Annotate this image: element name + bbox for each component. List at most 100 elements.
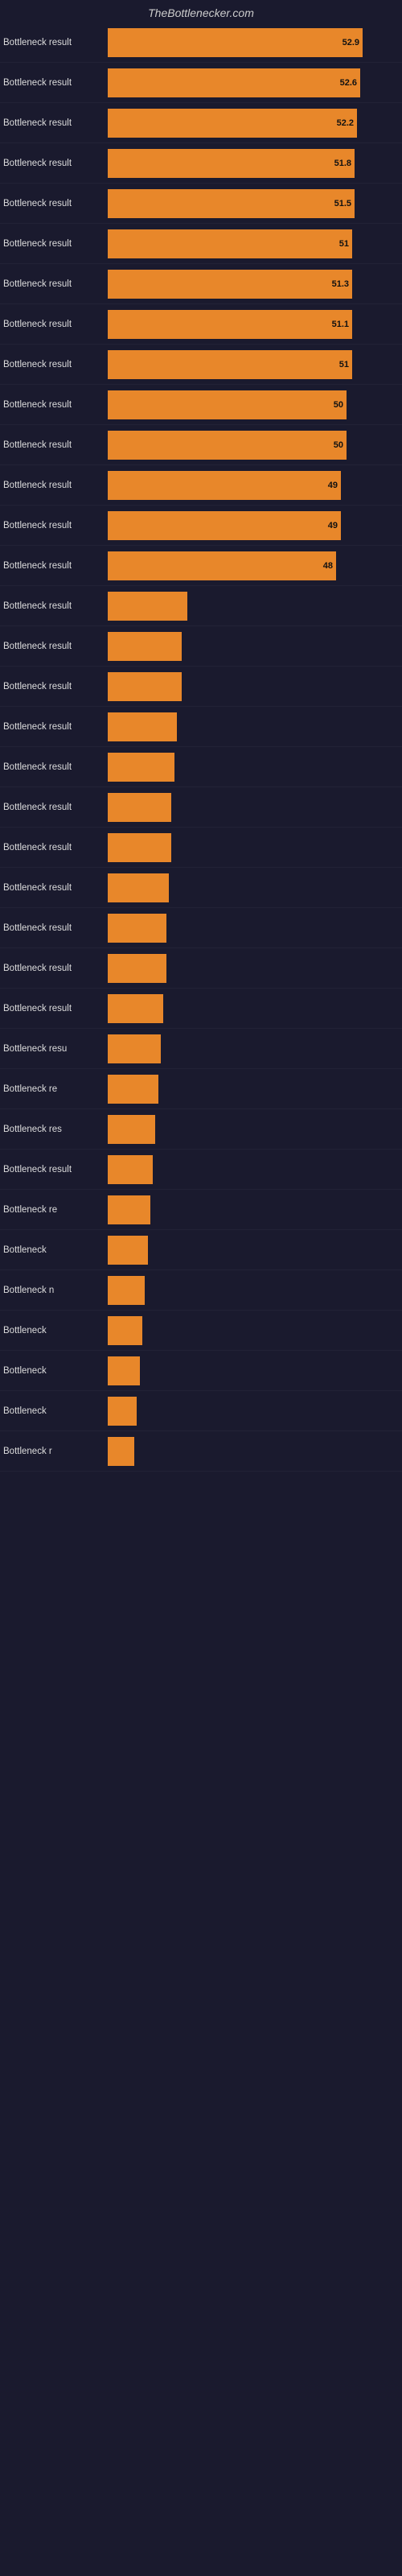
- entry-bar: [108, 753, 174, 782]
- entry-label: Bottleneck result: [3, 803, 108, 812]
- entry-bar: 52.9: [108, 28, 363, 57]
- entry-bar: [108, 1437, 134, 1466]
- entry-bar-wrap: [108, 1356, 402, 1385]
- entry-value: 51.1: [332, 320, 349, 329]
- entry-bar-wrap: [108, 1316, 402, 1345]
- entry-bar-wrap: [108, 1236, 402, 1265]
- site-header: TheBottlenecker.com: [0, 0, 402, 23]
- entry-label: Bottleneck result: [3, 843, 108, 852]
- entry-bar-wrap: [108, 1437, 402, 1466]
- list-item: Bottleneck result: [0, 828, 402, 868]
- entry-bar-wrap: [108, 994, 402, 1023]
- list-item: Bottleneck result: [0, 868, 402, 908]
- entry-bar: [108, 1276, 145, 1305]
- entry-bar: [108, 632, 182, 661]
- entry-label: Bottleneck: [3, 1326, 108, 1335]
- entry-label: Bottleneck result: [3, 762, 108, 772]
- entry-bar: 51: [108, 350, 352, 379]
- entry-value: 52.2: [337, 118, 354, 128]
- entry-bar-wrap: 48: [108, 551, 402, 580]
- entry-label: Bottleneck result: [3, 883, 108, 893]
- entry-bar: 50: [108, 390, 347, 419]
- entry-bar: [108, 1356, 140, 1385]
- entry-bar-wrap: [108, 1397, 402, 1426]
- entry-bar-wrap: [108, 712, 402, 741]
- entry-bar: 49: [108, 511, 341, 540]
- entry-value: 51.3: [332, 279, 349, 289]
- list-item: Bottleneck result 51.5: [0, 184, 402, 224]
- list-item: Bottleneck result: [0, 989, 402, 1029]
- list-item: Bottleneck result 51.8: [0, 143, 402, 184]
- entry-bar-wrap: 51.1: [108, 310, 402, 339]
- entry-bar-wrap: 50: [108, 431, 402, 460]
- entry-bar-wrap: [108, 632, 402, 661]
- list-item: Bottleneck: [0, 1230, 402, 1270]
- entry-bar-wrap: 51.8: [108, 149, 402, 178]
- entry-bar: [108, 873, 169, 902]
- list-item: Bottleneck result: [0, 586, 402, 626]
- entry-label: Bottleneck: [3, 1366, 108, 1376]
- entry-bar: [108, 1075, 158, 1104]
- entry-value: 51.5: [334, 199, 351, 208]
- entry-bar-wrap: 51: [108, 350, 402, 379]
- list-item: Bottleneck result: [0, 626, 402, 667]
- entries-list: Bottleneck result 52.9 Bottleneck result…: [0, 23, 402, 1472]
- entry-bar-wrap: [108, 793, 402, 822]
- entry-bar: [108, 793, 171, 822]
- entry-bar: [108, 712, 177, 741]
- entry-label: Bottleneck result: [3, 159, 108, 168]
- list-item: Bottleneck result 49: [0, 465, 402, 506]
- list-item: Bottleneck result: [0, 667, 402, 707]
- entry-bar: [108, 592, 187, 621]
- list-item: Bottleneck result 50: [0, 425, 402, 465]
- entry-label: Bottleneck result: [3, 481, 108, 490]
- entry-bar-wrap: [108, 1155, 402, 1184]
- entry-label: Bottleneck result: [3, 239, 108, 249]
- entry-bar-wrap: [108, 1115, 402, 1144]
- entry-label: Bottleneck result: [3, 601, 108, 611]
- entry-bar: [108, 1034, 161, 1063]
- list-item: Bottleneck: [0, 1311, 402, 1351]
- entry-label: Bottleneck result: [3, 78, 108, 88]
- entry-bar: 49: [108, 471, 341, 500]
- list-item: Bottleneck result: [0, 707, 402, 747]
- entry-bar-wrap: 51: [108, 229, 402, 258]
- entry-bar: 51.1: [108, 310, 352, 339]
- entry-label: Bottleneck re: [3, 1205, 108, 1215]
- list-item: Bottleneck result 51: [0, 345, 402, 385]
- entry-label: Bottleneck: [3, 1245, 108, 1255]
- entry-bar-wrap: [108, 1075, 402, 1104]
- entry-bar: [108, 994, 163, 1023]
- entry-value: 51: [339, 239, 349, 249]
- entry-value: 51.8: [334, 159, 351, 168]
- entry-label: Bottleneck res: [3, 1125, 108, 1134]
- list-item: Bottleneck result 52.9: [0, 23, 402, 63]
- entry-label: Bottleneck result: [3, 923, 108, 933]
- entry-value: 52.9: [343, 38, 359, 47]
- entry-label: Bottleneck resu: [3, 1044, 108, 1054]
- list-item: Bottleneck result: [0, 948, 402, 989]
- list-item: Bottleneck res: [0, 1109, 402, 1150]
- list-item: Bottleneck result: [0, 908, 402, 948]
- list-item: Bottleneck result 51.1: [0, 304, 402, 345]
- entry-label: Bottleneck result: [3, 38, 108, 47]
- entry-bar: 51.5: [108, 189, 355, 218]
- entry-label: Bottleneck result: [3, 642, 108, 651]
- entry-label: Bottleneck: [3, 1406, 108, 1416]
- entry-bar: [108, 914, 166, 943]
- entry-label: Bottleneck result: [3, 682, 108, 691]
- entry-value: 50: [334, 400, 343, 410]
- list-item: Bottleneck re: [0, 1190, 402, 1230]
- entry-value: 48: [323, 561, 333, 571]
- entry-bar-wrap: [108, 1276, 402, 1305]
- entry-bar-wrap: [108, 1195, 402, 1224]
- entry-bar: 52.2: [108, 109, 357, 138]
- list-item: Bottleneck: [0, 1351, 402, 1391]
- list-item: Bottleneck result: [0, 747, 402, 787]
- entry-bar-wrap: [108, 1034, 402, 1063]
- entry-bar: 52.6: [108, 68, 360, 97]
- entry-bar-wrap: 51.3: [108, 270, 402, 299]
- list-item: Bottleneck result 51: [0, 224, 402, 264]
- list-item: Bottleneck result: [0, 787, 402, 828]
- entry-label: Bottleneck re: [3, 1084, 108, 1094]
